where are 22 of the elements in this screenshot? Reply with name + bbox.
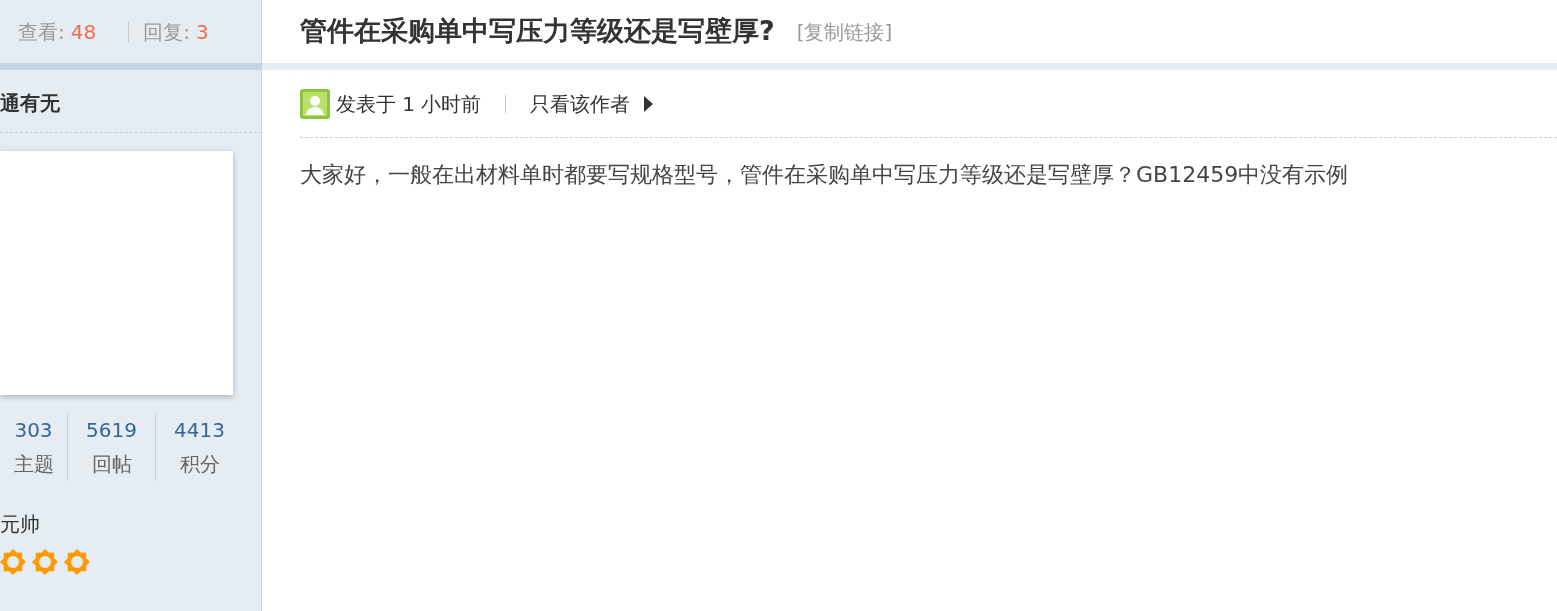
- stat-value[interactable]: 303: [14, 413, 53, 447]
- views-label: 查看:: [18, 18, 65, 46]
- stat-label: 回帖: [91, 451, 132, 478]
- copy-link[interactable]: [复制链接]: [796, 16, 893, 47]
- post-body: 大家好，一般在出材料单时都要写规格型号，管件在采购单中写压力等级还是写壁厚？GB12459中没有示例: [300, 161, 1350, 189]
- stat-label: 积分: [179, 451, 220, 478]
- group-name: 通有无: [0, 70, 262, 133]
- replies-count: 3: [195, 18, 209, 46]
- post-time: 发表于 1 小时前: [336, 90, 482, 118]
- replies-label: 回复:: [143, 18, 190, 46]
- sun-icon: [64, 549, 90, 575]
- sun-icon: [0, 549, 26, 575]
- caret-icon: [644, 95, 654, 112]
- rank-title: 元帅: [0, 511, 41, 538]
- stat-value[interactable]: 4413: [174, 413, 225, 447]
- sun-icon: [32, 549, 58, 575]
- stat-value[interactable]: 5619: [86, 413, 137, 447]
- views-count: 48: [70, 18, 97, 46]
- author-only-link[interactable]: 只看该作者: [530, 88, 654, 119]
- stat-label: 主题: [13, 451, 54, 478]
- user-icon: [300, 88, 330, 119]
- thread-title: 管件在采购单中写压力等级还是写壁厚?: [300, 14, 775, 49]
